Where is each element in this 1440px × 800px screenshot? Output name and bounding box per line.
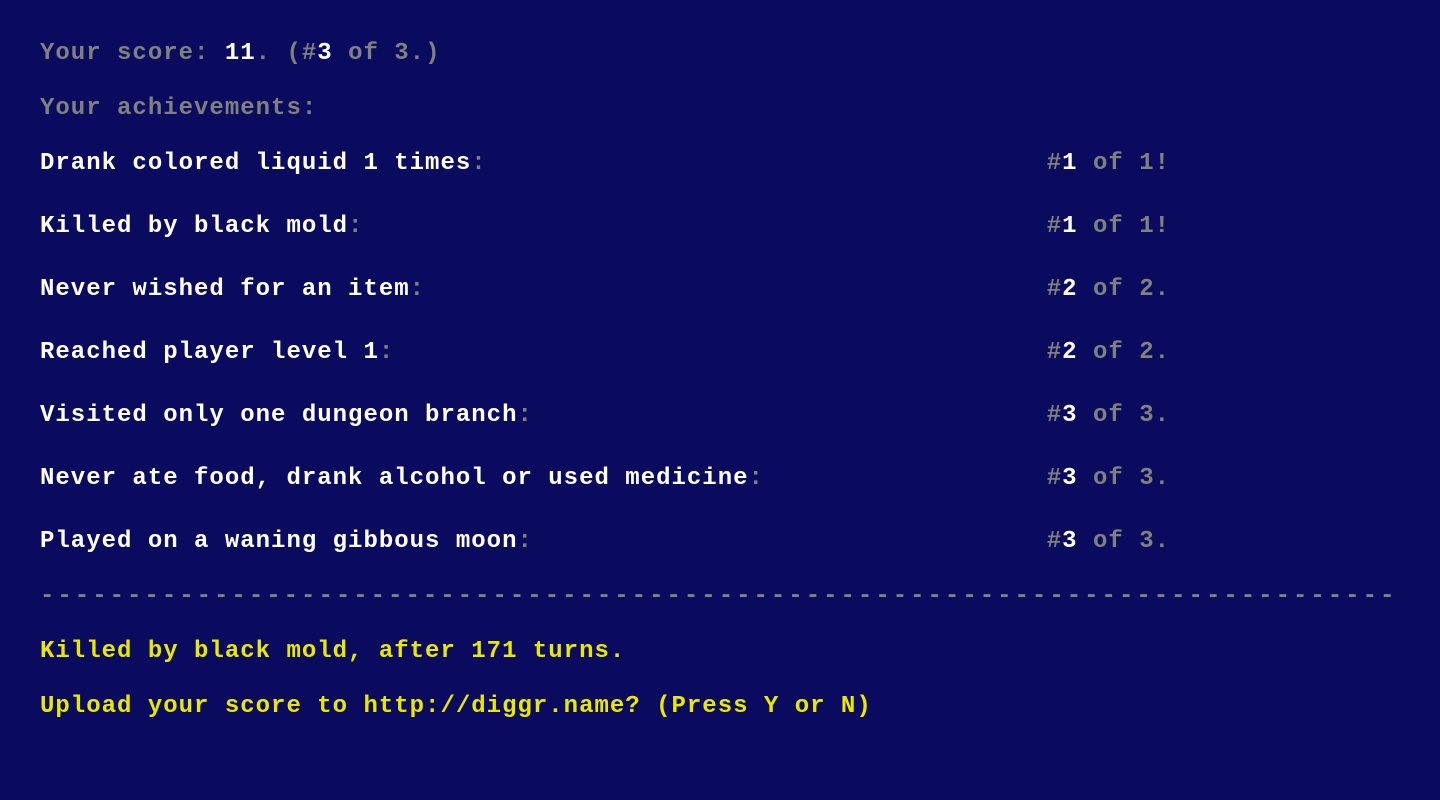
- achievement-colon: :: [517, 528, 532, 555]
- achievement-text: Played on a waning gibbous moon:: [40, 528, 533, 555]
- rank-hash: #: [1047, 213, 1062, 240]
- achievement-text: Reached player level 1:: [40, 339, 394, 366]
- achievement-rank: #3 of 3.: [1047, 465, 1170, 492]
- rank-hash: #: [1047, 528, 1062, 555]
- rank-rest: of 3.: [1078, 465, 1170, 492]
- achievement-row: Played on a waning gibbous moon: #3 of 3.: [40, 528, 1170, 555]
- rank-number: 2: [1062, 276, 1077, 303]
- achievement-row: Drank colored liquid 1 times: #1 of 1!: [40, 150, 1170, 177]
- rank-number: 3: [1062, 402, 1077, 429]
- rank-hash: #: [1047, 339, 1062, 366]
- achievement-rank: #1 of 1!: [1047, 150, 1170, 177]
- rank-hash: #: [1047, 276, 1062, 303]
- rank-number: 2: [1062, 339, 1077, 366]
- rank-rest: of 1!: [1078, 213, 1170, 240]
- achievement-name: Played on a waning gibbous moon: [40, 528, 517, 555]
- score-line: Your score: 11. (#3 of 3.): [40, 40, 1400, 67]
- achievement-rank: #3 of 3.: [1047, 402, 1170, 429]
- score-value: 11: [225, 40, 256, 67]
- achievement-text: Visited only one dungeon branch:: [40, 402, 533, 429]
- score-rank-suffix: of 3.): [333, 40, 441, 67]
- achievement-rank: #3 of 3.: [1047, 528, 1170, 555]
- achievement-rank: #2 of 2.: [1047, 339, 1170, 366]
- achievement-text: Never ate food, drank alcohol or used me…: [40, 465, 764, 492]
- achievement-name: Visited only one dungeon branch: [40, 402, 517, 429]
- rank-number: 1: [1062, 213, 1077, 240]
- rank-rest: of 1!: [1078, 150, 1170, 177]
- score-rank: 3: [317, 40, 332, 67]
- achievement-colon: :: [471, 150, 486, 177]
- achievement-row: Visited only one dungeon branch: #3 of 3.: [40, 402, 1170, 429]
- rank-number: 3: [1062, 465, 1077, 492]
- achievement-name: Never wished for an item: [40, 276, 410, 303]
- achievement-name: Reached player level 1: [40, 339, 379, 366]
- rank-rest: of 3.: [1078, 402, 1170, 429]
- rank-hash: #: [1047, 402, 1062, 429]
- upload-prompt[interactable]: Upload your score to http://diggr.name? …: [40, 693, 1400, 720]
- achievements-list: Drank colored liquid 1 times:#1 of 1!Kil…: [40, 150, 1400, 555]
- rank-rest: of 2.: [1078, 276, 1170, 303]
- achievement-colon: :: [379, 339, 394, 366]
- rank-hash: #: [1047, 150, 1062, 177]
- score-rank-prefix: (#: [271, 40, 317, 67]
- achievement-name: Never ate food, drank alcohol or used me…: [40, 465, 749, 492]
- achievement-colon: :: [517, 402, 532, 429]
- score-dot: .: [256, 40, 271, 67]
- achievement-colon: :: [348, 213, 363, 240]
- rank-number: 1: [1062, 150, 1077, 177]
- achievement-colon: :: [749, 465, 764, 492]
- achievements-header: Your achievements:: [40, 95, 1400, 122]
- rank-rest: of 3.: [1078, 528, 1170, 555]
- achievement-colon: :: [410, 276, 425, 303]
- achievement-rank: #1 of 1!: [1047, 213, 1170, 240]
- achievement-row: Never wished for an item: #2 of 2.: [40, 276, 1170, 303]
- achievement-rank: #2 of 2.: [1047, 276, 1170, 303]
- divider: ----------------------------------------…: [40, 583, 1400, 610]
- score-label: Your score:: [40, 40, 225, 67]
- achievement-text: Never wished for an item:: [40, 276, 425, 303]
- achievement-text: Drank colored liquid 1 times:: [40, 150, 487, 177]
- achievement-row: Reached player level 1: #2 of 2.: [40, 339, 1170, 366]
- rank-number: 3: [1062, 528, 1077, 555]
- achievement-text: Killed by black mold:: [40, 213, 363, 240]
- rank-rest: of 2.: [1078, 339, 1170, 366]
- achievement-name: Killed by black mold: [40, 213, 348, 240]
- achievement-row: Killed by black mold: #1 of 1!: [40, 213, 1170, 240]
- rank-hash: #: [1047, 465, 1062, 492]
- achievement-row: Never ate food, drank alcohol or used me…: [40, 465, 1170, 492]
- death-message: Killed by black mold, after 171 turns.: [40, 638, 1400, 665]
- achievement-name: Drank colored liquid 1 times: [40, 150, 471, 177]
